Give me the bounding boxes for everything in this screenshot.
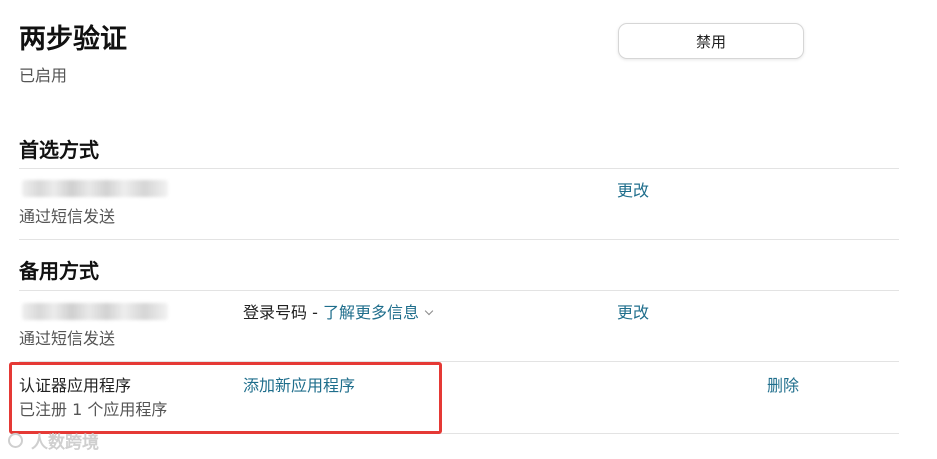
delete-authenticator-link[interactable]: 删除: [767, 375, 799, 397]
divider: [19, 168, 899, 169]
learn-more-link[interactable]: 了解更多信息: [323, 302, 419, 324]
backup-change-link[interactable]: 更改: [617, 302, 649, 324]
disable-button[interactable]: 禁用: [618, 23, 804, 59]
divider: [19, 290, 899, 291]
watermark-logo-icon: [8, 433, 23, 448]
preferred-delivery-method: 通过短信发送: [19, 207, 116, 226]
divider: [19, 239, 899, 240]
redacted-phone-number: [22, 180, 168, 197]
page-title: 两步验证: [19, 24, 127, 55]
login-number-label: 登录号码 -: [243, 303, 323, 322]
highlight-annotation: [9, 362, 442, 434]
login-number-info: 登录号码 - 了解更多信息: [243, 302, 434, 324]
chevron-down-icon[interactable]: [424, 306, 434, 315]
preferred-change-link[interactable]: 更改: [617, 180, 649, 202]
preferred-method-title: 首选方式: [19, 138, 99, 162]
backup-delivery-method: 通过短信发送: [19, 329, 116, 348]
watermark: 人数跨境: [8, 428, 99, 453]
redacted-phone-number: [22, 303, 168, 320]
status-text: 已启用: [19, 66, 68, 85]
backup-method-title: 备用方式: [19, 259, 99, 283]
watermark-text: 人数跨境: [31, 433, 99, 453]
